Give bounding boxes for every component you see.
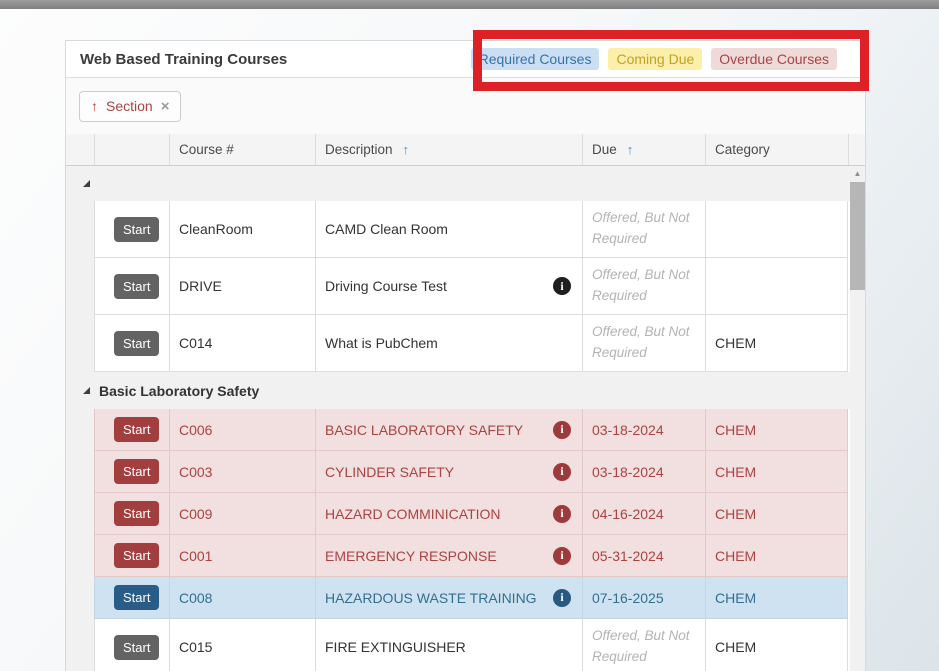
- course-number-cell: C006: [169, 409, 315, 451]
- start-button[interactable]: Start: [114, 217, 159, 242]
- scroll-up-icon[interactable]: ▲: [850, 166, 865, 181]
- due-cell: Offered, But Not Required: [582, 258, 705, 315]
- description-cell: Driving Course Test: [325, 278, 447, 294]
- legend: Required Courses Coming Due Overdue Cour…: [471, 48, 837, 70]
- info-icon[interactable]: i: [553, 505, 571, 523]
- header-action-cell: [94, 134, 169, 165]
- description-cell: HAZARDOUS WASTE TRAINING: [325, 590, 537, 606]
- legend-required-courses: Required Courses: [471, 48, 600, 70]
- category-cell: [705, 201, 848, 258]
- start-button[interactable]: Start: [114, 331, 159, 356]
- table-row: Start C006 BASIC LABORATORY SAFETY i 03-1…: [66, 409, 848, 451]
- category-cell: CHEM: [705, 451, 848, 493]
- due-cell: Offered, But Not Required: [582, 201, 705, 258]
- training-courses-panel: Web Based Training Courses Required Cour…: [65, 40, 866, 671]
- due-cell: 05-31-2024: [582, 535, 705, 577]
- start-button[interactable]: Start: [114, 417, 159, 442]
- start-button[interactable]: Start: [114, 459, 159, 484]
- start-button[interactable]: Start: [114, 501, 159, 526]
- category-cell: CHEM: [705, 619, 848, 671]
- start-button[interactable]: Start: [114, 543, 159, 568]
- remove-group-icon[interactable]: ×: [161, 98, 170, 115]
- table-row: Start C014 What is PubChem Offered, But …: [66, 315, 848, 372]
- info-icon[interactable]: i: [553, 589, 571, 607]
- category-cell: CHEM: [705, 493, 848, 535]
- start-button[interactable]: Start: [114, 585, 159, 610]
- table-row: Start CleanRoom CAMD Clean Room Offered,…: [66, 201, 848, 258]
- description-cell: What is PubChem: [325, 335, 438, 351]
- table-row: Start C001 EMERGENCY RESPONSE i 05-31-202…: [66, 535, 848, 577]
- info-icon[interactable]: i: [553, 421, 571, 439]
- course-number-cell: C001: [169, 535, 315, 577]
- group-header-row[interactable]: [66, 166, 865, 201]
- category-cell: [705, 258, 848, 315]
- legend-coming-due: Coming Due: [608, 48, 702, 70]
- course-number-cell: C009: [169, 493, 315, 535]
- sort-asc-icon: ↑: [403, 142, 410, 157]
- category-cell: CHEM: [705, 535, 848, 577]
- description-cell: CAMD Clean Room: [325, 221, 448, 237]
- table-row: Start DRIVE Driving Course Test i Offered…: [66, 258, 848, 315]
- group-label: Basic Laboratory Safety: [99, 383, 259, 399]
- sort-ascending-icon[interactable]: ↑: [91, 98, 98, 114]
- description-cell: CYLINDER SAFETY: [325, 464, 454, 480]
- table-body: Start CleanRoom CAMD Clean Room Offered,…: [66, 166, 865, 671]
- table-header-row: Course # Description↑ Due↑ Category: [66, 134, 865, 166]
- course-number-cell: C015: [169, 619, 315, 671]
- start-button[interactable]: Start: [114, 274, 159, 299]
- header-due[interactable]: Due↑: [582, 134, 705, 165]
- course-number-cell: C008: [169, 577, 315, 619]
- table-row: Start C015 FIRE EXTINGUISHER Offered, Bu…: [66, 619, 848, 671]
- category-cell: CHEM: [705, 315, 848, 372]
- scrollbar-thumb[interactable]: [850, 182, 865, 290]
- window-top-bar: [0, 0, 939, 9]
- course-number-cell: DRIVE: [169, 258, 315, 315]
- legend-overdue-courses: Overdue Courses: [711, 48, 837, 70]
- course-number-cell: C003: [169, 451, 315, 493]
- collapse-group-icon[interactable]: [83, 180, 90, 187]
- description-cell: BASIC LABORATORY SAFETY: [325, 422, 523, 438]
- header-filler-cell: [848, 134, 865, 165]
- due-cell: Offered, But Not Required: [582, 315, 705, 372]
- info-icon[interactable]: i: [553, 277, 571, 295]
- description-cell: FIRE EXTINGUISHER: [325, 639, 466, 655]
- header-gutter-cell: [66, 134, 94, 165]
- section-group-chip[interactable]: ↑ Section ×: [79, 91, 181, 122]
- category-cell: CHEM: [705, 409, 848, 451]
- due-cell: 04-16-2024: [582, 493, 705, 535]
- category-cell: CHEM: [705, 577, 848, 619]
- due-cell: 07-16-2025: [582, 577, 705, 619]
- header-description[interactable]: Description↑: [315, 134, 582, 165]
- collapse-group-icon[interactable]: [83, 387, 90, 394]
- course-number-cell: C014: [169, 315, 315, 372]
- section-chip-label: Section: [106, 98, 153, 114]
- table-row: Start C008 HAZARDOUS WASTE TRAINING i 07-…: [66, 577, 848, 619]
- group-header-row[interactable]: Basic Laboratory Safety: [66, 372, 865, 409]
- info-icon[interactable]: i: [553, 463, 571, 481]
- due-cell: 03-18-2024: [582, 451, 705, 493]
- panel-header: Web Based Training Courses Required Cour…: [66, 41, 865, 78]
- vertical-scrollbar[interactable]: ▲: [850, 166, 865, 671]
- description-cell: EMERGENCY RESPONSE: [325, 548, 497, 564]
- page-title: Web Based Training Courses: [80, 51, 287, 68]
- group-by-toolbar: ↑ Section ×: [66, 78, 865, 134]
- description-cell: HAZARD COMMINICATION: [325, 506, 501, 522]
- info-icon[interactable]: i: [553, 547, 571, 565]
- table-row: Start C009 HAZARD COMMINICATION i 04-16-2…: [66, 493, 848, 535]
- due-cell: Offered, But Not Required: [582, 619, 705, 671]
- header-course-number[interactable]: Course #: [169, 134, 315, 165]
- due-cell: 03-18-2024: [582, 409, 705, 451]
- sort-asc-icon: ↑: [627, 142, 634, 157]
- course-number-cell: CleanRoom: [169, 201, 315, 258]
- table-row: Start C003 CYLINDER SAFETY i 03-18-2024 C…: [66, 451, 848, 493]
- header-category[interactable]: Category: [705, 134, 848, 165]
- start-button[interactable]: Start: [114, 635, 159, 660]
